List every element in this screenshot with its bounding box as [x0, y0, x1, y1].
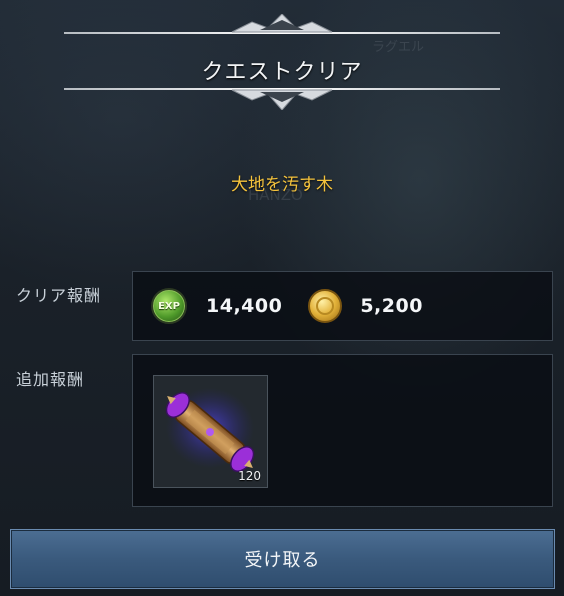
gold-value: 5,200	[360, 295, 423, 317]
additional-reward-label: 追加報酬	[16, 370, 85, 389]
quest-name: 大地を汚す木	[231, 175, 333, 195]
clear-reward-panel: EXP 14,400 5,200	[132, 271, 553, 341]
additional-reward-panel: 120	[132, 354, 553, 507]
exp-icon: EXP	[151, 288, 187, 324]
dialog-title: クエストクリア	[201, 60, 363, 85]
exp-value: 14,400	[206, 295, 283, 317]
receive-button[interactable]: 受け取る	[10, 529, 555, 589]
gold-coin-icon	[308, 289, 343, 323]
clear-reward-label: クリア報酬	[16, 286, 102, 305]
title-banner: クエストクリア	[64, 14, 500, 110]
reward-item-slot[interactable]: 120	[153, 375, 268, 488]
item-count: 120	[238, 469, 261, 483]
